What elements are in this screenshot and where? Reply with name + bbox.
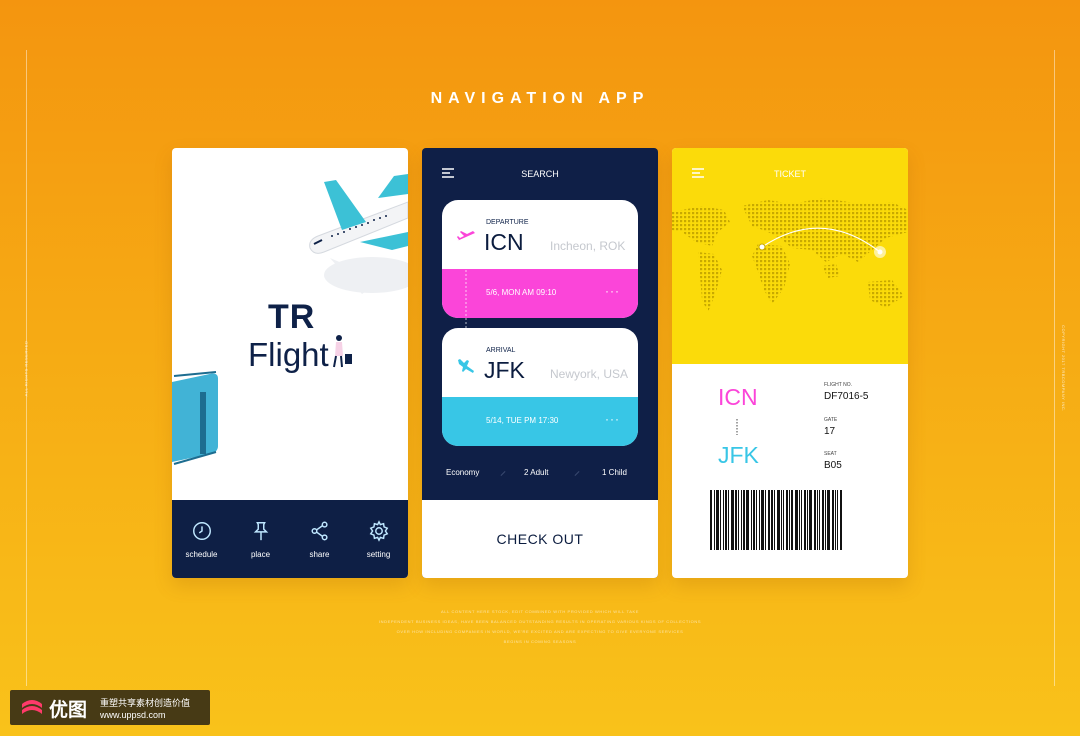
takeoff-icon	[457, 231, 475, 241]
footnote-line-4: BEGINS IN COMING SEASONS	[503, 639, 577, 644]
nav-setting[interactable]: setting	[349, 500, 408, 578]
ticket-to-code: JFK	[718, 442, 759, 468]
watermark-slogan: 重塑共享素材创造价值	[100, 698, 191, 708]
airplane-illustration	[309, 174, 408, 294]
arrival-code: JFK	[484, 357, 525, 383]
seat-value: B05	[824, 460, 842, 471]
nav-schedule[interactable]: schedule	[172, 500, 231, 578]
flight-no-value: DF7016-5	[824, 391, 869, 402]
nav-place[interactable]: place	[231, 500, 290, 578]
nav-place-label: place	[250, 550, 271, 559]
pax-separator	[500, 471, 506, 476]
clock-icon	[192, 522, 211, 540]
nav-setting-label: setting	[366, 550, 391, 559]
departure-card[interactable]: DEPARTURE ICN Incheon, ROK 5/6, MON AM 0…	[442, 200, 638, 318]
suitcase-illustration	[172, 371, 218, 465]
gear-icon	[369, 520, 388, 542]
world-map-illustration	[672, 198, 908, 312]
arrival-card[interactable]: ARRIVAL JFK Newyork, USA 5/14, TUE PM 17…	[442, 328, 638, 446]
checkout-button[interactable]: CHECK OUT	[422, 500, 658, 578]
ticket-header-title: TICKET	[773, 169, 806, 179]
pax-separator	[574, 471, 580, 476]
footnote-line-2: INDEPENDENT BUSINESS IDEAS, HAVE BEEN BA…	[378, 619, 702, 624]
arrival-datetime: 5/14, TUE PM 17:30	[486, 416, 559, 425]
watermark-brand: 优图	[49, 700, 88, 721]
footnote-line-3: OVER HOW INCLUDING COMPANIES IN WORLD, W…	[396, 629, 684, 634]
watermark: 优图 重塑共享素材创造价值 www.uppsd.com	[10, 690, 210, 725]
splash-screen-card: TR Flight schedule place share setting	[172, 148, 408, 578]
arrival-city: Newyork, USA	[550, 367, 629, 381]
traveler-icon	[333, 335, 352, 368]
child-count[interactable]: 1 Child	[602, 468, 627, 477]
flight-no-label: FLIGHT NO.	[824, 382, 852, 388]
footnote-line-1: ALL CONTENT HERE STOCK, EDIT COMBINED WI…	[441, 609, 639, 614]
ticket-barcode	[710, 490, 870, 550]
ticket-screen-card: TICKET ICN JFK FLIGHT NO. DF7016-5 GATE …	[672, 148, 908, 578]
departure-city: Incheon, ROK	[550, 239, 626, 253]
nav-schedule-label: schedule	[185, 550, 218, 559]
departure-more-button[interactable]: ···	[605, 284, 620, 298]
adult-count[interactable]: 2 Adult	[524, 468, 548, 477]
watermark-logo-icon	[22, 700, 42, 714]
right-side-text: COPYRIGHT 2017 TRBCOMPANY INC.	[1060, 325, 1066, 412]
logo-line-flight: Flight	[248, 336, 329, 373]
bottom-navigation: schedule place share setting	[172, 500, 408, 578]
departure-datetime: 5/6, MON AM 09:10	[486, 288, 557, 297]
nav-share[interactable]: share	[290, 500, 349, 578]
arrival-label: ARRIVAL	[486, 347, 516, 354]
ticket-map-panel: TICKET	[672, 148, 908, 364]
left-side-text: ALL RIGHTS RESERVED	[23, 340, 29, 397]
gate-value: 17	[824, 426, 836, 437]
watermark-url: www.uppsd.com	[100, 710, 166, 720]
ticket-route-line	[736, 419, 738, 435]
arrival-date-bar: 5/14, TUE PM 17:30 ···	[442, 397, 638, 446]
arrival-more-button[interactable]: ···	[605, 412, 620, 426]
landing-icon	[458, 359, 474, 373]
right-divider-line	[1054, 50, 1055, 686]
ticket-from-code: ICN	[718, 384, 758, 410]
logo-line-tr: TR	[268, 298, 316, 336]
class-selector[interactable]: Economy	[446, 468, 479, 477]
seat-label: SEAT	[824, 451, 837, 457]
gate-label: GATE	[824, 417, 838, 423]
share-icon	[310, 521, 328, 541]
departure-label: DEPARTURE	[486, 219, 529, 226]
pin-icon	[253, 522, 268, 541]
departure-date-bar: 5/6, MON AM 09:10 ···	[442, 269, 638, 318]
nav-share-label: share	[309, 550, 330, 559]
search-header-title: SEARCH	[521, 169, 559, 179]
departure-code: ICN	[484, 229, 524, 255]
page-title: NAVIGATION APP	[430, 90, 650, 107]
search-screen-card: SEARCH DEPARTURE ICN Incheon, ROK 5/6, M…	[422, 148, 658, 578]
